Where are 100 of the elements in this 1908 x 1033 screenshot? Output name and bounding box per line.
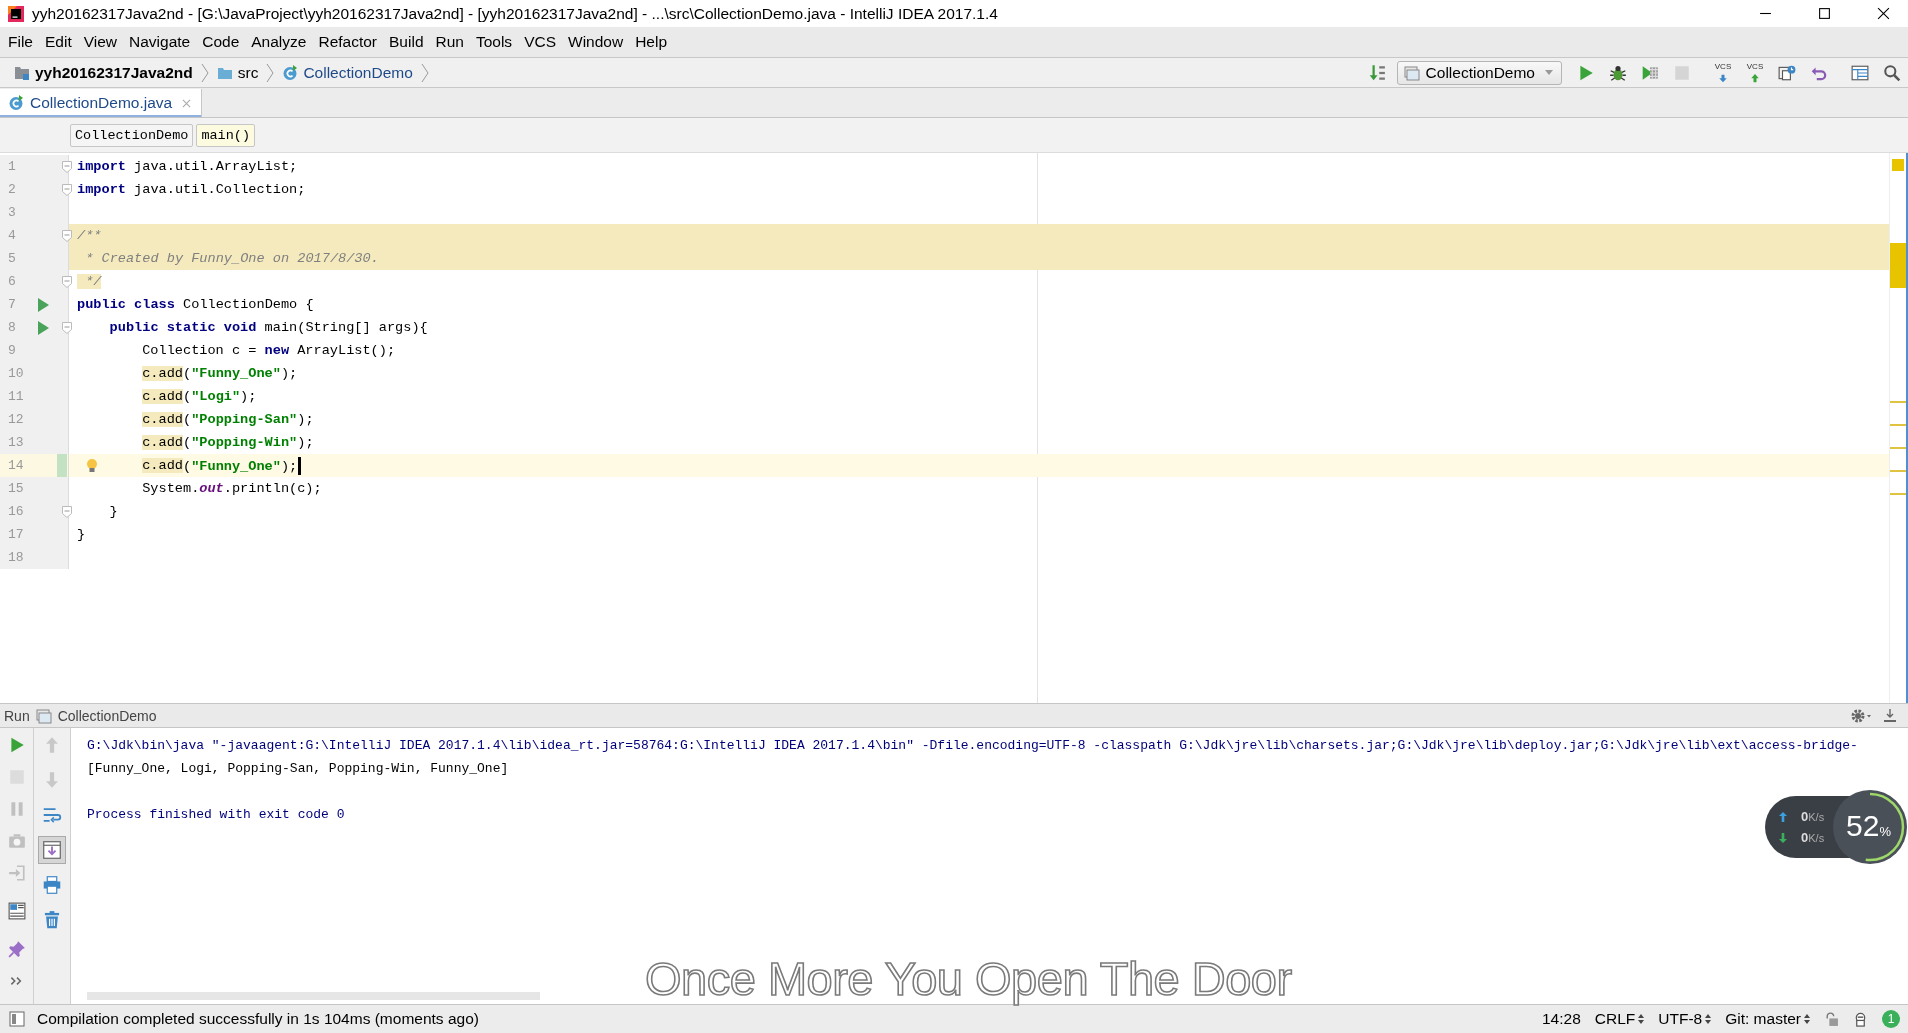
line-number: 4: [7, 228, 17, 243]
menu-item[interactable]: File: [2, 31, 39, 53]
console-line: G:\Jdk\bin\java "-javaagent:G:\IntelliJ IDEA 2017.1.4\lib\idea_rt.jar=58764:G:\IntelliJ IDEA 2017.1.4\bin" -Dfile.encoding=UTF-8 -classpath G:\Jdk\jre\lib\charsets.jar;G:\Jdk\jre\lib\deploy.jar;G:\Jdk\jre\lib\ext\access-bridge-: [87, 738, 1858, 753]
status-message: Compilation completed successfully in 1s 104ms (moments ago): [37, 1010, 479, 1028]
updown-icon: [1804, 1014, 1810, 1024]
memory-percent: 52%: [1846, 809, 1891, 843]
upload-rate: 0K/s: [1801, 809, 1825, 824]
line-number: 3: [7, 205, 17, 220]
lightbulb-icon[interactable]: [86, 457, 98, 474]
scrollbar[interactable]: [87, 992, 540, 1000]
fold-icon[interactable]: [62, 229, 72, 242]
window-title: yyh20162317Java2nd - [G:\JavaProject\yyh20162317Java2nd] - [yyh20162317Java2nd] - ...\src\CollectionDemo.java - IntelliJ IDEA 2017.1.4: [32, 4, 998, 23]
inspector-icon[interactable]: [1853, 1011, 1868, 1027]
line-number: 12: [7, 412, 25, 427]
menu-item[interactable]: Run: [429, 31, 470, 53]
code-line: c.add("Funny_One");: [142, 456, 302, 475]
menu-item[interactable]: VCS: [518, 31, 562, 53]
nav-crumb[interactable]: src: [212, 63, 263, 82]
lock-icon[interactable]: [1824, 1011, 1839, 1027]
desktop-lyrics: Once More You Open The Door: [645, 951, 1292, 1006]
line-number: 8: [7, 320, 17, 335]
code-line: c.add("Popping-San");: [142, 412, 314, 427]
chevron-icon: [420, 62, 429, 83]
tool-window-title: Run: [4, 707, 30, 724]
line-separator[interactable]: CRLF: [1594, 1010, 1645, 1028]
line-number: 10: [7, 366, 25, 381]
code-line: import java.util.ArrayList;: [77, 159, 298, 174]
menu-item[interactable]: Help: [629, 31, 674, 53]
line-number: 9: [7, 343, 17, 358]
menu-item[interactable]: Refactor: [312, 31, 384, 53]
fold-icon[interactable]: [62, 505, 72, 518]
line-number: 16: [7, 504, 25, 519]
maximize-icon[interactable]: [1818, 7, 1831, 20]
line-number: 2: [7, 182, 17, 197]
code-line: c.add("Logi");: [142, 389, 257, 404]
code-line: c.add("Funny_One");: [142, 366, 298, 381]
app-icon: [8, 5, 24, 22]
console-line: [Funny_One, Logi, Popping-San, Popping-Win, Funny_One]: [87, 761, 509, 776]
hide-icon[interactable]: [1882, 707, 1898, 724]
line-number: 18: [7, 550, 25, 565]
chevron-icon: [266, 62, 275, 83]
nav-crumb[interactable]: yyh20162317Java2nd: [10, 63, 197, 82]
run-icon[interactable]: [37, 297, 49, 312]
code-line: public static void main(String[] args){: [109, 320, 428, 335]
code-line: }: [77, 527, 86, 542]
line-number: 1: [7, 159, 17, 174]
code-line: c.add("Popping-Win");: [142, 435, 314, 450]
window-icon: [1403, 64, 1420, 81]
change-marker: [57, 454, 67, 477]
run-tab[interactable]: CollectionDemo: [35, 707, 157, 724]
tool-windows-icon[interactable]: [9, 1011, 25, 1027]
window-icon: [35, 707, 52, 724]
code-line: }: [109, 504, 118, 519]
vcs-commit-button[interactable]: VCS: [1744, 59, 1766, 86]
menu-item[interactable]: Code: [196, 31, 246, 53]
line-number: 15: [7, 481, 25, 496]
fold-icon[interactable]: [62, 321, 72, 334]
menu-item[interactable]: View: [77, 31, 124, 53]
menu-item[interactable]: Window: [562, 31, 630, 53]
class-icon: [8, 95, 24, 111]
breadcrumb[interactable]: main(): [196, 123, 256, 147]
line-number: 17: [7, 527, 25, 542]
menu-item[interactable]: Analyze: [245, 31, 313, 53]
nav-crumb[interactable]: CollectionDemo: [278, 63, 417, 82]
code-line: System.out.println(c);: [142, 481, 322, 496]
updown-icon: [1638, 1014, 1645, 1024]
console-line: Process finished with exit code 0: [87, 807, 345, 822]
pin-icon[interactable]: [7, 940, 26, 958]
caret-position[interactable]: 14:28: [1542, 1010, 1581, 1028]
file-encoding[interactable]: UTF-8: [1658, 1010, 1712, 1028]
run-icon[interactable]: [37, 320, 49, 335]
scroll-to-end-icon[interactable]: [39, 837, 65, 863]
close-icon[interactable]: [1877, 7, 1890, 20]
vcs-branch[interactable]: Git: master: [1725, 1010, 1810, 1028]
code-line: public class CollectionDemo {: [77, 297, 314, 312]
line-number: 14: [7, 458, 25, 473]
editor-tab[interactable]: CollectionDemo.java: [0, 89, 203, 117]
code-line: Collection c = new ArrayList();: [142, 343, 396, 358]
updown-icon: [1705, 1014, 1712, 1024]
line-number: 13: [7, 435, 25, 450]
line-number: 5: [7, 251, 17, 266]
line-number: 6: [7, 274, 17, 289]
module-icon: [14, 64, 30, 81]
vcs-update-button[interactable]: VCS: [1712, 59, 1734, 86]
upload-arrow-icon: [1779, 811, 1787, 822]
breadcrumb[interactable]: CollectionDemo: [70, 123, 194, 147]
fold-icon[interactable]: [62, 275, 72, 288]
fold-icon[interactable]: [62, 183, 72, 196]
settings-icon[interactable]: [1850, 707, 1872, 724]
menu-item[interactable]: Build: [383, 31, 430, 53]
download-arrow-icon: [1779, 832, 1787, 843]
fold-icon[interactable]: [62, 160, 72, 173]
code-line: import java.util.Collection;: [77, 182, 306, 197]
caret-icon: [1545, 70, 1553, 75]
menu-item[interactable]: Edit: [39, 31, 78, 53]
menu-item[interactable]: Tools: [469, 31, 519, 53]
layout-icon[interactable]: [7, 902, 26, 920]
run-config-dropdown[interactable]: CollectionDemo: [1396, 60, 1562, 85]
menu-item[interactable]: Navigate: [123, 31, 197, 53]
download-rate: 0K/s: [1801, 830, 1825, 845]
